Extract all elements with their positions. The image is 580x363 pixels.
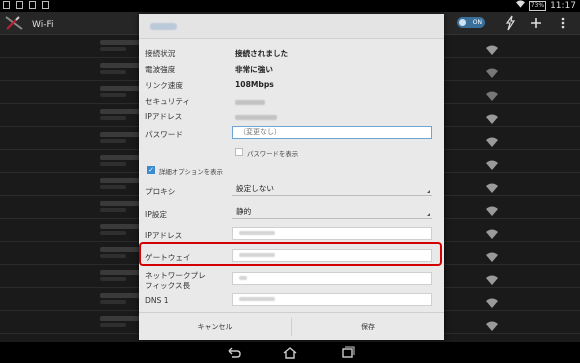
wifi-lock-icon <box>486 40 498 59</box>
wifi-lock-icon <box>486 270 498 289</box>
ip-settings-label: IP設定 <box>145 210 168 219</box>
save-button[interactable]: 保存 <box>292 313 444 340</box>
gateway-highlight <box>139 242 442 266</box>
status-label: 接続状況 <box>145 49 176 58</box>
wifi-lock-icon <box>486 316 498 335</box>
back-icon[interactable] <box>226 345 246 360</box>
link-speed-label: リンク速度 <box>145 81 183 90</box>
notification-icons <box>3 1 49 9</box>
wifi-lock-icon <box>486 224 498 243</box>
wifi-lock-icon <box>486 132 498 151</box>
add-network-icon[interactable] <box>530 15 542 35</box>
wifi-lock-icon <box>486 109 498 128</box>
wps-icon[interactable] <box>504 15 516 35</box>
prefix-length-input[interactable] <box>232 272 432 285</box>
wifi-icon <box>486 86 498 105</box>
dialog-footer: キャンセル 保存 <box>139 312 444 340</box>
link-speed-value: 108Mbps <box>235 80 274 89</box>
clock: 11:17 <box>550 1 576 11</box>
wifi-status-icon <box>515 0 525 12</box>
ip-address-info-label: IPアドレス <box>145 112 183 121</box>
dns1-input-redacted <box>239 297 275 301</box>
notification-icon <box>3 1 10 9</box>
network-ssid-redacted <box>150 23 177 30</box>
wifi-lock-icon <box>486 247 498 266</box>
wifi-toggle[interactable]: ON <box>457 17 485 28</box>
status-indicators: 73% 11:17 <box>515 0 576 12</box>
notification-icon <box>29 1 36 9</box>
proxy-dropdown-value: 設定しない <box>236 184 274 193</box>
ip-settings-dropdown[interactable]: 静的 <box>232 205 432 219</box>
advanced-options-checkbox[interactable]: ✓ <box>147 166 155 174</box>
prefix-length-input-redacted <box>239 276 247 280</box>
show-password-checkbox[interactable] <box>235 148 243 156</box>
show-password-label: パスワードを表示 <box>247 150 299 158</box>
dropdown-arrow-icon <box>427 213 430 216</box>
signal-strength-value: 非常に強い <box>235 65 273 74</box>
proxy-dropdown[interactable]: 設定しない <box>232 182 432 196</box>
notification-icon <box>42 1 49 9</box>
ip-address-label: IPアドレス <box>145 231 183 240</box>
dns1-input[interactable] <box>232 293 432 306</box>
network-dialog: 接続状況 接続されました 電波強度 非常に強い リンク速度 108Mbps セキ… <box>139 14 444 340</box>
dialog-header <box>139 14 444 39</box>
dns1-label: DNS 1 <box>145 296 169 305</box>
wifi-lock-icon <box>486 155 498 174</box>
security-label: セキュリティ <box>145 97 191 106</box>
recent-apps-icon[interactable] <box>340 345 360 360</box>
wifi-settings-icon[interactable] <box>4 15 26 35</box>
cancel-button[interactable]: キャンセル <box>139 313 291 340</box>
wifi-lock-icon <box>486 201 498 220</box>
security-value-redacted <box>235 100 265 105</box>
notification-icon <box>16 1 23 9</box>
status-bar: 73% 11:17 <box>0 0 580 12</box>
status-value: 接続されました <box>235 49 289 58</box>
password-label: パスワード <box>145 130 183 139</box>
signal-strength-label: 電波強度 <box>145 65 176 74</box>
navigation-bar <box>0 342 580 363</box>
wifi-lock-icon <box>486 178 498 197</box>
ip-settings-dropdown-value: 静的 <box>236 207 252 216</box>
proxy-label: プロキシ <box>145 187 176 196</box>
home-icon[interactable] <box>282 345 302 360</box>
ip-address-input-redacted <box>239 231 275 235</box>
ip-address-input[interactable] <box>232 227 432 240</box>
page-title: Wi-Fi <box>32 20 54 30</box>
ip-address-value-redacted <box>235 115 277 120</box>
wifi-icon <box>486 63 498 82</box>
password-input[interactable]: （変更なし） <box>232 126 432 139</box>
prefix-length-label-line2: フィックス長 <box>145 281 191 290</box>
password-placeholder: （変更なし） <box>239 128 281 136</box>
overflow-menu-icon[interactable] <box>560 15 566 35</box>
battery-indicator: 73% <box>528 1 547 11</box>
wifi-lock-icon <box>486 293 498 312</box>
advanced-options-label: 詳細オプションを表示 <box>159 168 223 176</box>
dropdown-arrow-icon <box>427 190 430 193</box>
